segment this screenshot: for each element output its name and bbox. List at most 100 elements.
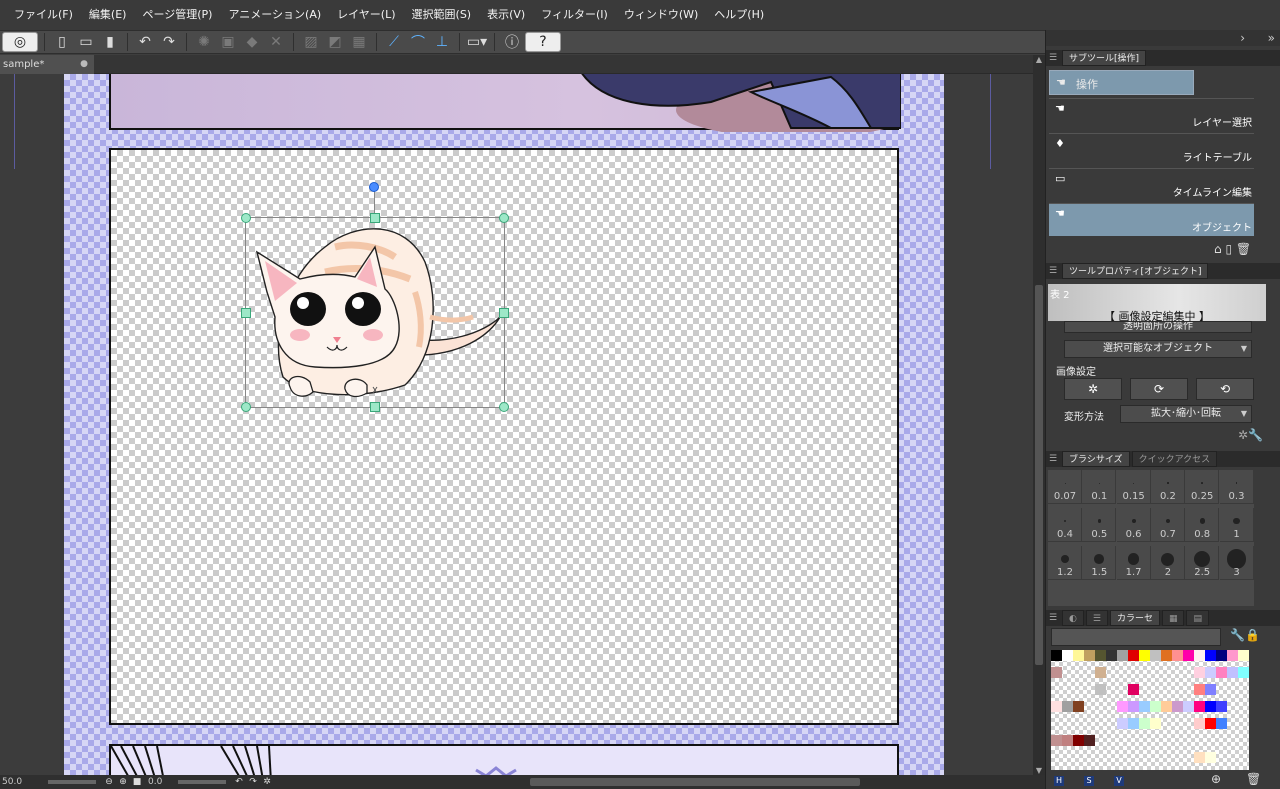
color-swatch[interactable]: [1117, 650, 1128, 661]
handle-top-right[interactable]: [499, 213, 509, 223]
subtool-tab[interactable]: サブツール[操作]: [1062, 50, 1147, 66]
color-wheel-tab[interactable]: ◐: [1062, 610, 1084, 626]
menu-page[interactable]: ページ管理(P): [134, 0, 220, 30]
brush-size-preset[interactable]: 0.4: [1048, 508, 1082, 542]
ruler-snap-icon[interactable]: ⟋: [383, 32, 405, 52]
color-swatch[interactable]: [1216, 718, 1227, 729]
color-swatch[interactable]: [1238, 667, 1249, 678]
erase-icon[interactable]: ◆: [241, 32, 263, 52]
open-folder-icon[interactable]: ▭: [75, 32, 97, 52]
color-swatch[interactable]: [1194, 684, 1205, 695]
reset-rotation-icon[interactable]: ✲: [260, 777, 274, 787]
color-swatch[interactable]: [1205, 701, 1216, 712]
brush-size-preset[interactable]: 1.7: [1116, 546, 1151, 580]
new-file-icon[interactable]: ▯: [51, 32, 73, 52]
menu-help[interactable]: ヘルプ(H): [706, 0, 772, 30]
subtool-settings-icon[interactable]: ⌂: [1214, 242, 1222, 256]
handle-bottom-left[interactable]: [241, 402, 251, 412]
color-swatch[interactable]: [1216, 701, 1227, 712]
display-mode-icon[interactable]: ▭▾: [466, 32, 488, 52]
color-swatch[interactable]: [1139, 701, 1150, 712]
rotation-angle-value[interactable]: 0.0: [144, 777, 178, 787]
color-swatch[interactable]: [1139, 650, 1150, 661]
subtool-group-operation[interactable]: ☚ 操作: [1049, 70, 1194, 95]
color-swatch[interactable]: [1051, 735, 1062, 746]
canvas-vertical-scrollbar[interactable]: ▲ ▼: [1033, 55, 1045, 775]
image-settings-button-3[interactable]: ⟲: [1196, 378, 1254, 400]
color-swatch[interactable]: [1073, 650, 1084, 661]
image-settings-button-1[interactable]: ✲: [1064, 378, 1122, 400]
selectable-object-dropdown[interactable]: 選択可能なオブジェクト ▼: [1064, 340, 1252, 358]
menu-filter[interactable]: フィルター(I): [533, 0, 616, 30]
color-swatch[interactable]: [1205, 684, 1216, 695]
color-swatch[interactable]: [1117, 701, 1128, 712]
menu-view[interactable]: 表示(V): [479, 0, 533, 30]
transparent-operation-dropdown[interactable]: 透明箇所の操作: [1064, 321, 1252, 333]
brush-size-preset[interactable]: 0.3: [1219, 470, 1254, 504]
quick-access-tab[interactable]: クイックアクセス: [1131, 451, 1218, 467]
color-swatch[interactable]: [1051, 701, 1062, 712]
panel-menu-icon[interactable]: ☰: [1046, 454, 1060, 464]
brush-size-preset[interactable]: 0.5: [1082, 508, 1117, 542]
color-swatch[interactable]: [1128, 701, 1139, 712]
undo-icon[interactable]: ↶: [134, 32, 156, 52]
intermediate-color-tab[interactable]: ▦: [1161, 610, 1185, 626]
handle-right[interactable]: [499, 307, 509, 318]
hsv-s-button[interactable]: S: [1084, 776, 1094, 786]
brush-size-preset[interactable]: 0.07: [1048, 470, 1082, 504]
subtool-layer-select[interactable]: ☚ レイヤー選択: [1049, 98, 1254, 131]
canvas-area[interactable]: [0, 74, 1033, 775]
brush-size-preset[interactable]: 0.8: [1185, 508, 1220, 542]
help-icon[interactable]: ?: [525, 32, 561, 52]
panel-frame-top[interactable]: [109, 74, 901, 132]
color-swatch[interactable]: [1106, 650, 1117, 661]
color-swatch[interactable]: [1051, 667, 1062, 678]
panel-frame-bottom[interactable]: [109, 744, 899, 775]
similar-color-tab[interactable]: ▤: [1186, 610, 1209, 626]
hsv-h-button[interactable]: H: [1054, 776, 1064, 786]
brush-size-preset[interactable]: 0.25: [1185, 470, 1220, 504]
zoom-out-icon[interactable]: ⊖: [102, 777, 116, 787]
image-settings-button-2[interactable]: ⟳: [1130, 378, 1188, 400]
menu-file[interactable]: ファイル(F): [6, 0, 81, 30]
color-swatch[interactable]: [1227, 667, 1238, 678]
menu-edit[interactable]: 編集(E): [81, 0, 135, 30]
menu-layer[interactable]: レイヤー(L): [329, 0, 403, 30]
color-swatch[interactable]: [1095, 650, 1106, 661]
zoom-value[interactable]: 50.0: [0, 777, 48, 787]
brush-size-preset[interactable]: 0.15: [1116, 470, 1151, 504]
color-swatch[interactable]: [1183, 650, 1194, 661]
hsv-v-button[interactable]: V: [1114, 776, 1124, 786]
color-swatch[interactable]: [1183, 701, 1194, 712]
subtool-light-table[interactable]: ♦ ライトテーブル: [1049, 133, 1254, 166]
color-swatch[interactable]: [1238, 650, 1249, 661]
menu-animation[interactable]: アニメーション(A): [220, 0, 329, 30]
color-swatch[interactable]: [1150, 701, 1161, 712]
zoom-in-icon[interactable]: ⊕: [116, 777, 130, 787]
color-swatch[interactable]: [1194, 701, 1205, 712]
color-swatch[interactable]: [1172, 650, 1183, 661]
invert-selection-icon[interactable]: ◩: [324, 32, 346, 52]
document-tab[interactable]: sample* ●: [0, 55, 94, 74]
color-swatch[interactable]: [1194, 650, 1205, 661]
color-swatch[interactable]: [1062, 650, 1073, 661]
transform-icon[interactable]: ✕: [265, 32, 287, 52]
color-swatch[interactable]: [1150, 718, 1161, 729]
select-all-icon[interactable]: ▦: [348, 32, 370, 52]
subtool-timeline-edit[interactable]: ▭ タイムライン編集: [1049, 168, 1254, 201]
color-swatch[interactable]: [1150, 650, 1161, 661]
brush-size-preset[interactable]: 2: [1150, 546, 1185, 580]
expand-right-icon[interactable]: ›: [1240, 30, 1245, 46]
color-swatch[interactable]: [1051, 650, 1062, 661]
brush-size-preset[interactable]: 1.5: [1082, 546, 1117, 580]
add-color-icon[interactable]: ⊕: [1211, 772, 1221, 786]
color-swatch[interactable]: [1172, 701, 1183, 712]
transform-method-dropdown[interactable]: 拡大･縮小･回転 ▼: [1120, 405, 1252, 423]
color-set-tab[interactable]: カラーセ: [1109, 610, 1160, 626]
close-tab-icon[interactable]: ●: [80, 55, 88, 74]
clip-studio-icon[interactable]: ◎: [2, 32, 38, 52]
scrollbar-thumb[interactable]: [1035, 285, 1043, 665]
transform-bounding-box[interactable]: [241, 213, 509, 412]
color-set-selector[interactable]: [1051, 628, 1221, 646]
zoom-slider[interactable]: [48, 780, 96, 784]
